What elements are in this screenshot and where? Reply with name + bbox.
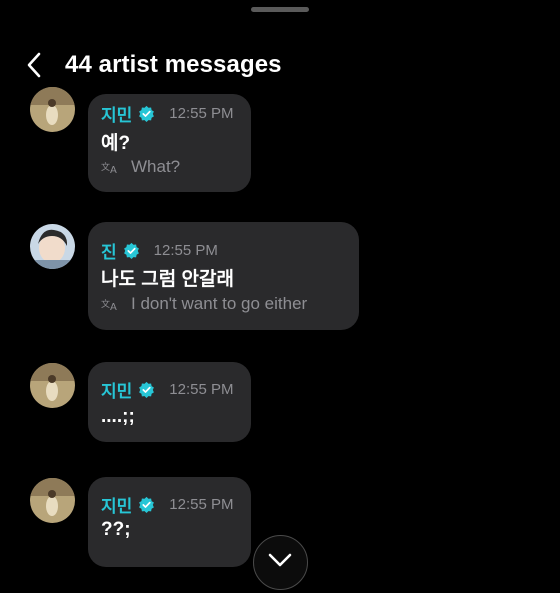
message-time: 12:55 PM: [169, 381, 234, 398]
avatar-image: [30, 478, 75, 523]
back-button[interactable]: [22, 50, 48, 80]
sender-name: 진: [101, 243, 117, 262]
page-title: 44 artist messages: [65, 51, 282, 78]
avatar-image: [30, 363, 75, 408]
svg-text:文: 文: [101, 298, 110, 310]
sender-name: 지민: [101, 382, 133, 401]
avatar-image: [30, 224, 75, 269]
avatar[interactable]: [30, 87, 75, 132]
verified-badge-icon: [123, 242, 139, 259]
translation-row[interactable]: 文 A I don't want to go either: [101, 294, 307, 314]
message-meta: 지민 12:55 PM: [101, 377, 234, 402]
message-meta: 지민 12:55 PM: [101, 492, 234, 517]
message-bubble[interactable]: 지민 12:55 PM ??;: [88, 477, 251, 567]
message-time: 12:55 PM: [153, 242, 218, 259]
message-text: ??;: [101, 519, 131, 540]
avatar[interactable]: [30, 363, 75, 408]
message-meta: 진 12:55 PM: [101, 238, 218, 263]
chevron-down-icon: [268, 553, 292, 567]
verified-badge-icon: [139, 381, 155, 398]
message-time: 12:55 PM: [169, 105, 234, 122]
avatar[interactable]: [30, 478, 75, 523]
header: 44 artist messages: [0, 40, 560, 90]
message-text: 나도 그럼 안갈래: [101, 269, 234, 290]
translation-text: What?: [131, 157, 181, 176]
avatar-image: [30, 87, 75, 132]
message-meta: 지민 12:55 PM: [101, 101, 234, 126]
message-time: 12:55 PM: [169, 496, 234, 513]
svg-text:A: A: [110, 165, 117, 174]
svg-text:A: A: [110, 302, 117, 311]
scroll-to-bottom-button[interactable]: [253, 535, 308, 590]
message-bubble[interactable]: 진 12:55 PM 나도 그럼 안갈래 文 A I don't want to…: [88, 222, 359, 330]
translate-icon: 文 A: [101, 161, 117, 174]
message-text: 예?: [101, 133, 131, 154]
avatar[interactable]: [30, 224, 75, 269]
sender-name: 지민: [101, 106, 133, 125]
message-text: ....;;: [101, 406, 135, 427]
message-bubble[interactable]: 지민 12:55 PM ....;;: [88, 362, 251, 442]
translation-text: I don't want to go either: [131, 294, 308, 313]
chevron-left-icon: [27, 52, 41, 78]
sender-name: 지민: [101, 497, 133, 516]
message-bubble[interactable]: 지민 12:55 PM 예? 文 A What?: [88, 94, 251, 192]
sheet-grabber[interactable]: [251, 7, 309, 12]
verified-badge-icon: [139, 496, 155, 513]
svg-text:文: 文: [101, 161, 110, 173]
translation-row[interactable]: 文 A What?: [101, 157, 180, 177]
translate-icon: 文 A: [101, 298, 117, 311]
verified-badge-icon: [139, 105, 155, 122]
